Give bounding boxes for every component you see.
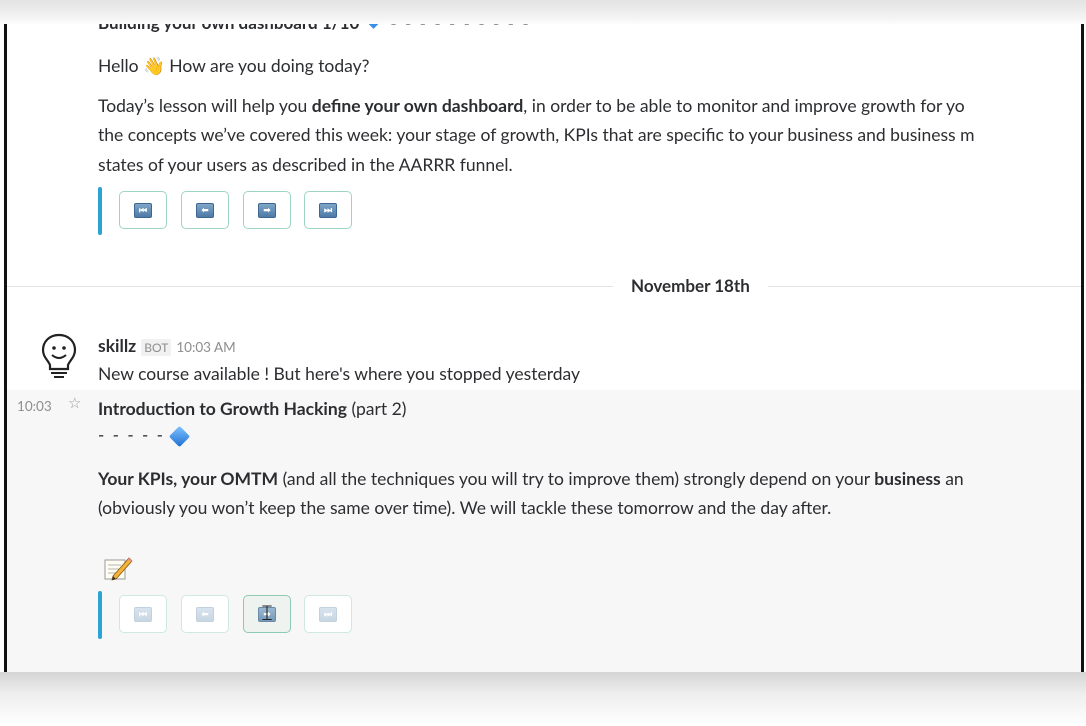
- date-divider-label[interactable]: November 18th: [613, 274, 768, 298]
- message-pane[interactable]: Building your own dashboard 1/10- - - - …: [4, 24, 1084, 674]
- memo-icon: [104, 557, 133, 581]
- message-timestamp[interactable]: 10:03 AM: [176, 339, 235, 355]
- lesson-line-2: the concepts we’ve covered this week: yo…: [98, 124, 975, 145]
- previous-lesson-button[interactable]: ⬅: [181, 595, 229, 633]
- course-title: Introduction to Growth Hacking (part 2): [98, 398, 407, 419]
- text-cursor-icon: 𝙸: [259, 601, 275, 626]
- star-icon[interactable]: ☆: [68, 394, 81, 412]
- first-page-icon: ⏮: [134, 202, 152, 218]
- lesson-line-1: Today’s lesson will help you define your…: [98, 95, 965, 116]
- first-page-icon: ⏮: [134, 606, 152, 622]
- lesson-nav-buttons: ⏮ ⬅ ➡ ⏭: [98, 187, 368, 235]
- next-lesson-button[interactable]: ➡: [243, 191, 291, 229]
- previous-lesson-button[interactable]: ⬅: [181, 191, 229, 229]
- last-page-icon: ⏭: [319, 606, 337, 622]
- bot-badge: BOT: [141, 339, 172, 356]
- sender-name[interactable]: skillz: [98, 335, 136, 356]
- next-lesson-button[interactable]: ➡ 𝙸: [243, 595, 291, 633]
- last-lesson-button[interactable]: ⏭: [304, 191, 352, 229]
- bot-message-text: New course available ! But here's where …: [98, 363, 581, 384]
- attachment-accent-bar: [98, 187, 102, 235]
- hover-timestamp[interactable]: 10:03: [17, 398, 52, 414]
- first-lesson-button[interactable]: ⏮: [119, 595, 167, 633]
- last-lesson-button[interactable]: ⏭: [304, 595, 352, 633]
- course-body-line-1: Your KPIs, your OMTM (and all the techni…: [98, 468, 964, 489]
- window-top-shadow: [0, 0, 1086, 26]
- window-bottom-shadow: [0, 672, 1086, 726]
- course-nav-buttons: ⏮ ⬅ ➡ 𝙸 ⏭: [98, 591, 368, 639]
- first-lesson-button[interactable]: ⏮: [119, 191, 167, 229]
- message-header: skillz BOT 10:03 AM: [98, 333, 236, 361]
- course-body-line-2: (obviously you won’t keep the same over …: [98, 497, 832, 518]
- date-divider-line: [7, 286, 1081, 287]
- greeting-text: Hello 👋 How are you doing today?: [98, 55, 370, 76]
- bot-avatar-lightbulb-icon[interactable]: [39, 332, 79, 380]
- diamond-icon: [367, 24, 381, 29]
- lesson-title: Building your own dashboard 1/10- - - - …: [98, 24, 531, 33]
- previous-icon: ⬅: [196, 202, 214, 218]
- next-icon: ➡: [258, 202, 276, 218]
- attachment-accent-bar: [98, 591, 102, 639]
- previous-icon: ⬅: [196, 606, 214, 622]
- last-page-icon: ⏭: [319, 202, 337, 218]
- separator-dashes: - - - - - -: [98, 424, 180, 445]
- lesson-line-3: states of your users as described in the…: [98, 154, 513, 175]
